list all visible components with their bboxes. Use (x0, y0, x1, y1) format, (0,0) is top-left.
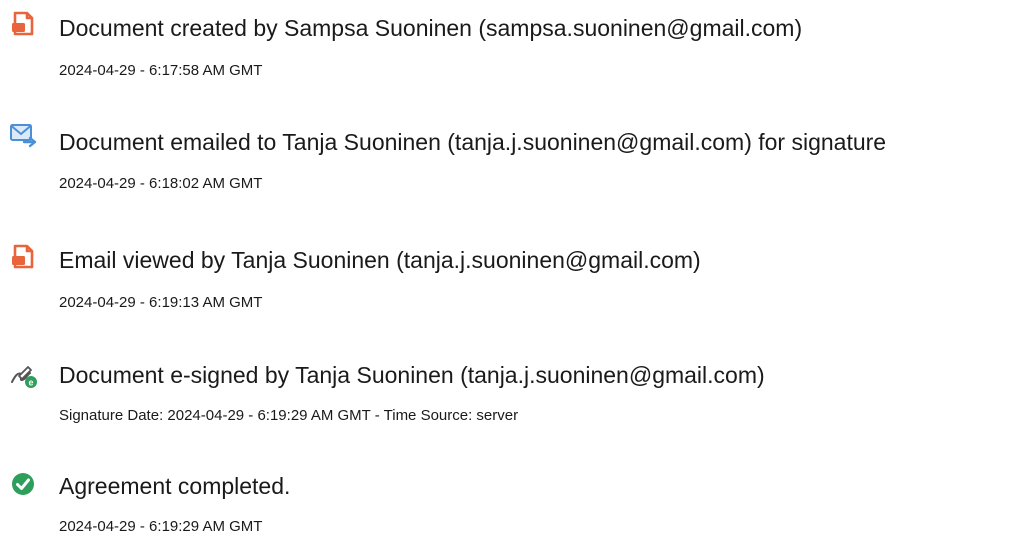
event-timestamp: 2024-04-29 - 6:19:13 AM GMT (59, 294, 263, 311)
agreement-complete-icon (9, 470, 37, 498)
email-sent-icon (9, 122, 37, 150)
event-timestamp: 2024-04-29 - 6:19:29 AM GMT (59, 518, 263, 535)
event-timestamp: Signature Date: 2024-04-29 - 6:19:29 AM … (59, 407, 519, 424)
svg-text:e: e (28, 378, 33, 388)
event-title: Email viewed by Tanja Suoninen (tanja.j.… (59, 247, 701, 273)
event-timestamp: 2024-04-29 - 6:18:02 AM GMT (59, 175, 263, 192)
document-created-icon (9, 10, 37, 38)
event-title: Agreement completed. (59, 473, 291, 499)
event-timestamp: 2024-04-29 - 6:17:58 AM GMT (59, 62, 263, 79)
document-viewed-icon (9, 243, 37, 271)
event-title: Document e-signed by Tanja Suoninen (tan… (59, 362, 765, 388)
event-title: Document created by Sampsa Suoninen (sam… (59, 15, 803, 41)
e-sign-icon: e (9, 362, 37, 390)
event-title: Document emailed to Tanja Suoninen (tanj… (59, 129, 887, 155)
